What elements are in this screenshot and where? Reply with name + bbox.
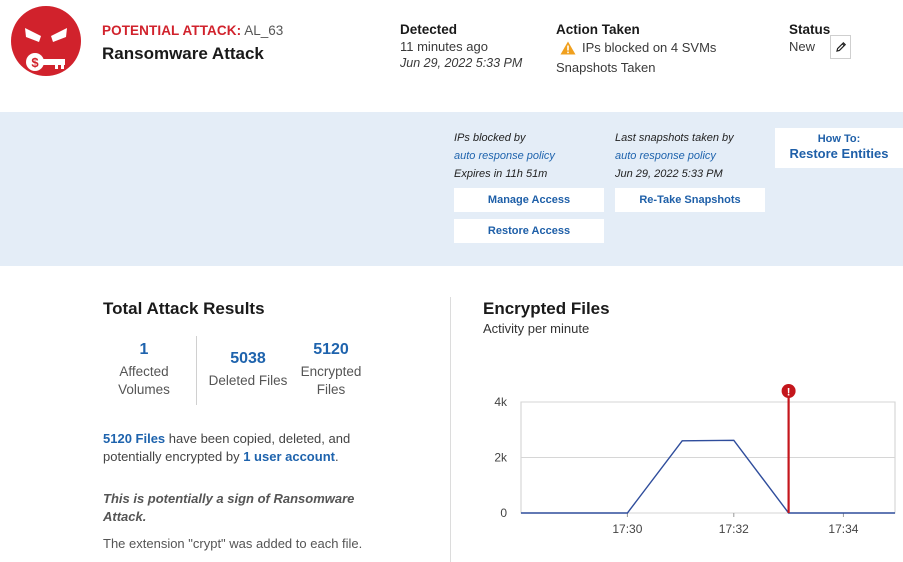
x-tick-label: 17:34: [828, 522, 858, 536]
response-policy-band: IPs blocked by auto response policy Expi…: [0, 112, 903, 266]
x-tick-label: 17:32: [719, 522, 749, 536]
detected-column: Detected 11 minutes ago Jun 29, 2022 5:3…: [400, 22, 522, 71]
alert-exclamation-glyph: !: [787, 387, 791, 399]
ips-blocked-text: IPs blocked on 4 SVMs: [582, 40, 717, 55]
affected-volumes-caption: Affected Volumes: [118, 364, 170, 397]
status-label: Status: [789, 22, 831, 37]
restore-access-button[interactable]: Restore Access: [454, 219, 604, 243]
extension-text: The extension "crypt" was added to each …: [103, 536, 363, 551]
snapshot-policy-line1: Last snapshots taken by: [615, 132, 734, 144]
encrypted-files-series-line: [521, 439, 895, 514]
ransomware-sign-text: This is potentially a sign of Ransomware…: [103, 491, 355, 524]
encrypted-files-stat: 5120 Encrypted Files: [297, 341, 365, 399]
encrypted-files-caption: Encrypted Files: [300, 364, 362, 397]
manage-access-button[interactable]: Manage Access: [454, 188, 604, 212]
ips-policy-link[interactable]: auto response policy: [454, 147, 555, 165]
y-tick-label: 2k: [494, 451, 508, 465]
snapshot-policy-link[interactable]: auto response policy: [615, 147, 734, 165]
user-account-link[interactable]: 1 user account: [243, 449, 335, 464]
ips-policy-expiry: Expires in 11h 51m: [454, 168, 548, 180]
action-taken-column: Action Taken IPs blocked on 4 SVMs Snaps…: [556, 22, 716, 75]
alert-header: $ POTENTIAL ATTACK: AL_63 Ransomware Att…: [0, 0, 903, 112]
retake-snapshots-button[interactable]: Re-Take Snapshots: [615, 188, 765, 212]
detected-timestamp: Jun 29, 2022 5:33 PM: [400, 56, 523, 70]
howto-title: Restore Entities: [789, 146, 889, 161]
affected-volumes-value[interactable]: 1: [104, 341, 184, 359]
ips-blocked-row: IPs blocked on 4 SVMs: [560, 40, 716, 56]
action-taken-label: Action Taken: [556, 22, 640, 37]
status-column: Status New: [789, 22, 830, 55]
snapshots-taken-text: Snapshots Taken: [556, 60, 656, 75]
attack-description: 5120 Files have been copied, deleted, an…: [103, 430, 373, 466]
howto-label: How To:: [817, 133, 861, 145]
description-end: .: [334, 449, 339, 464]
snapshot-policy-info: Last snapshots taken by auto response po…: [615, 129, 734, 183]
affected-volumes-stat: 1 Affected Volumes: [104, 341, 184, 399]
y-tick-label: 0: [500, 506, 507, 520]
x-tick-label: 17:30: [612, 522, 642, 536]
edit-status-button[interactable]: [830, 35, 851, 59]
encrypted-files-chart: 0 2k 4k 17:30 17:32 17:34!: [494, 384, 896, 536]
y-tick-label: 4k: [494, 395, 508, 409]
svg-text:$: $: [31, 55, 39, 70]
status-value: New: [789, 39, 816, 54]
alert-type: POTENTIAL ATTACK: AL_63: [102, 23, 283, 38]
ips-policy-info: IPs blocked by auto response policy Expi…: [454, 129, 555, 183]
ips-policy-line1: IPs blocked by: [454, 132, 526, 144]
encrypted-files-value[interactable]: 5120: [297, 341, 365, 359]
ransomware-avatar-icon: $: [11, 6, 81, 76]
alert-type-label: POTENTIAL ATTACK:: [102, 23, 242, 38]
restore-entities-howto-link[interactable]: How To: Restore Entities: [775, 128, 903, 168]
detected-label: Detected: [400, 22, 458, 37]
section-divider: [450, 297, 451, 562]
alert-id: AL_63: [244, 23, 284, 38]
deleted-files-stat: 5038 Deleted Files: [205, 350, 291, 390]
pencil-icon: [835, 41, 846, 52]
warning-triangle-icon: [560, 41, 576, 55]
chart-subtitle: Activity per minute: [483, 321, 590, 336]
stat-divider: [196, 336, 197, 405]
alert-title: Ransomware Attack: [102, 44, 264, 63]
chart-title: Encrypted Files: [483, 299, 610, 318]
files-link[interactable]: 5120 Files: [103, 431, 165, 446]
deleted-files-value[interactable]: 5038: [205, 350, 291, 368]
deleted-files-caption: Deleted Files: [208, 373, 288, 388]
snapshot-policy-date: Jun 29, 2022 5:33 PM: [615, 168, 723, 180]
results-title: Total Attack Results: [103, 299, 265, 318]
detected-relative: 11 minutes ago: [400, 39, 488, 54]
